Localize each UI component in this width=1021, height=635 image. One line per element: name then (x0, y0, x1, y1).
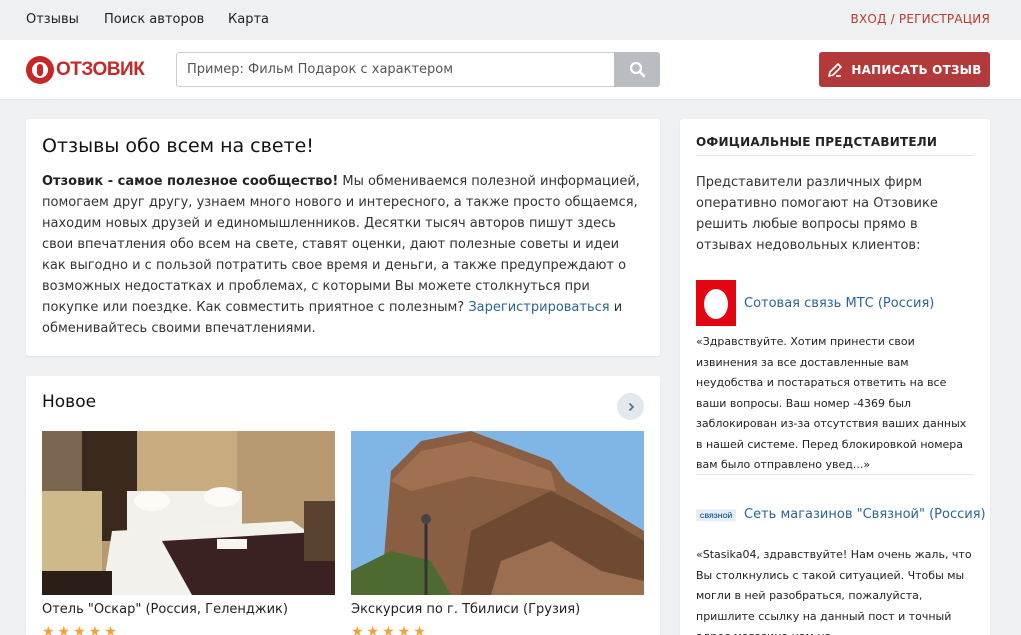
next-arrow-button[interactable] (617, 393, 644, 420)
tbilisi-thumbnail[interactable] (351, 431, 644, 595)
intro-title: Отзывы обо всем на свете! (42, 135, 314, 157)
intro-bold: Отзовик - самое полезное сообщество! (42, 174, 339, 189)
intro-card: Отзывы обо всем на свете! Отзовик - само… (26, 119, 660, 356)
new-reviews-card: Новое Отель "Оскар" (Россия, Геленджик) … (26, 376, 660, 635)
new-section-title: Новое (42, 392, 97, 412)
company-mts[interactable]: Сотовая связь МТС (Россия) (696, 280, 934, 326)
site-header: ОТЗОВИК НАПИСАТЬ ОТЗЫВ (0, 40, 1021, 100)
chevron-right-icon (628, 402, 634, 411)
company-svyaznoy-name[interactable]: Сеть магазинов "Связной" (Россия) (744, 507, 986, 522)
nav-authors-link[interactable]: Поиск авторов (104, 12, 204, 27)
nav-map-link[interactable]: Карта (228, 12, 269, 27)
search-button[interactable] (614, 52, 660, 87)
hotel-rating-stars: ★★★★★ (42, 624, 120, 635)
logo-icon (26, 56, 54, 84)
svyaznoy-quote: «Stasika04, здравствуйте! Нам очень жаль… (696, 548, 972, 635)
hotel-thumbnail[interactable] (42, 431, 335, 595)
intro-text: Отзовик - самое полезное сообщество! Мы … (42, 171, 644, 339)
svyaznoy-logo-icon: СВЯЗНОЙ (696, 508, 736, 521)
mts-logo-icon (696, 280, 736, 326)
tbilisi-title[interactable]: Экскурсия по г. Тбилиси (Грузия) (351, 602, 580, 617)
search-icon (629, 61, 645, 78)
logo-text: ОТЗОВИК (56, 59, 145, 80)
intro-body: Мы обмениваемся полезной информацией, по… (42, 174, 640, 315)
tbilisi-rating-stars: ★★★★★ (351, 624, 429, 635)
search-bar (176, 52, 660, 87)
write-review-button[interactable]: НАПИСАТЬ ОТЗЫВ (819, 52, 990, 87)
pencil-icon (828, 62, 843, 77)
register-link[interactable]: Зарегистрироваться (468, 300, 609, 315)
search-input[interactable] (176, 52, 614, 87)
hotel-title[interactable]: Отель "Оскар" (Россия, Геленджик) (42, 602, 288, 617)
company-svyaznoy[interactable]: СВЯЗНОЙ Сеть магазинов "Связной" (Россия… (696, 507, 986, 522)
site-logo[interactable]: ОТЗОВИК (26, 54, 145, 86)
reps-divider (696, 474, 974, 475)
reps-title: ОФИЦИАЛЬНЫЕ ПРЕДСТАВИТЕЛИ (696, 135, 974, 156)
official-reps-card: ОФИЦИАЛЬНЫЕ ПРЕДСТАВИТЕЛИ Представители … (680, 119, 990, 635)
nav-reviews-link[interactable]: Отзывы (26, 12, 79, 27)
company-mts-name[interactable]: Сотовая связь МТС (Россия) (744, 296, 934, 311)
mts-quote: «Здравствуйте. Хотим принести свои извин… (696, 335, 967, 471)
write-review-label: НАПИСАТЬ ОТЗЫВ (851, 62, 982, 77)
reps-lead: Представители различных фирм оперативно … (696, 175, 938, 253)
login-register-link[interactable]: ВХОД / РЕГИСТРАЦИЯ (851, 12, 990, 26)
svg-text:СВЯЗНОЙ: СВЯЗНОЙ (700, 511, 733, 520)
top-nav: Отзывы Поиск авторов Карта ВХОД / РЕГИСТ… (0, 0, 1021, 40)
